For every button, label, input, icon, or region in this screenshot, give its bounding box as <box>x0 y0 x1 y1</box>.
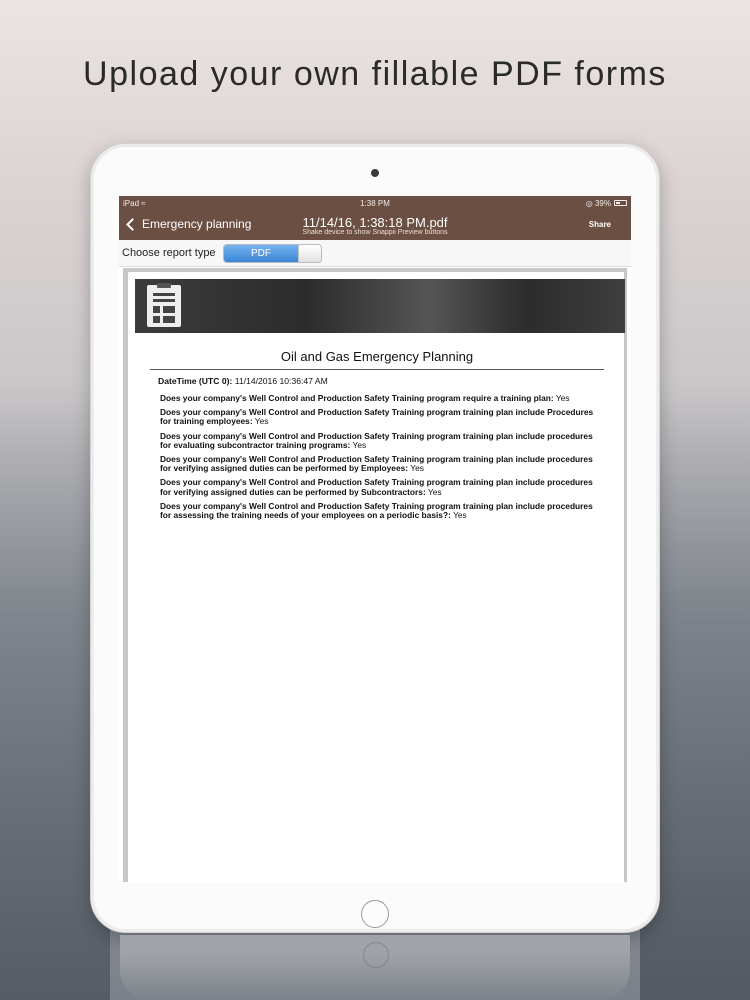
datetime-line: DateTime (UTC 0): 11/14/2016 10:36:47 AM <box>158 376 328 386</box>
location-icon: ◎ <box>585 199 593 208</box>
document-filename: 11/14/16, 1:38:18 PM.pdf <box>302 215 448 230</box>
share-button[interactable]: Share <box>589 220 611 229</box>
preview-hint: Shake device to show Snappii Preview but… <box>302 229 448 236</box>
question-text: Does your company's Well Control and Pro… <box>160 500 593 521</box>
question-list: Does your company's Well Control and Pro… <box>160 393 600 525</box>
answer-text: Yes <box>555 393 570 403</box>
report-banner <box>135 279 625 333</box>
pdf-viewer[interactable]: Oil and Gas Emergency Planning DateTime … <box>123 268 627 882</box>
report-type-toolbar: Choose report type PDF <box>119 240 631 267</box>
home-button[interactable] <box>361 900 389 928</box>
battery-percent: 39% <box>594 199 611 208</box>
answer-text: Yes <box>427 486 442 497</box>
reflection-home-button <box>363 942 389 968</box>
back-button[interactable]: Emergency planning <box>125 215 251 233</box>
question-text: Does your company's Well Control and Pro… <box>160 454 593 474</box>
back-button-label: Emergency planning <box>142 217 252 231</box>
segment-pdf[interactable]: PDF <box>224 245 298 262</box>
answer-text: Yes <box>254 416 269 427</box>
question-text: Does your company's Well Control and Pro… <box>160 407 594 427</box>
answer-text: Yes <box>453 510 467 521</box>
title-divider <box>150 369 604 370</box>
answer-text: Yes <box>410 463 424 474</box>
question-text: Does your company's Well Control and Pro… <box>160 430 593 450</box>
camera-dot <box>371 169 379 177</box>
report-type-label: Choose report type <box>122 247 216 259</box>
question-text: Does your company's Well Control and Pro… <box>160 393 554 403</box>
clipboard-icon <box>147 283 181 327</box>
battery-icon <box>614 200 627 206</box>
document-title: Oil and Gas Emergency Planning <box>280 349 474 364</box>
question-item: Does your company's Well Control and Pro… <box>160 393 600 403</box>
answer-text: Yes <box>352 439 367 450</box>
promo-headline: Upload your own fillable PDF forms <box>83 55 667 93</box>
navigation-bar: iPad ≈ 1:38 PM ◎ 39% Emergency planning … <box>119 196 631 240</box>
segment-other[interactable] <box>298 245 321 262</box>
question-item: Does your company's Well Control and Pro… <box>160 500 600 521</box>
question-text: Does your company's Well Control and Pro… <box>160 477 593 497</box>
question-item: Does your company's Well Control and Pro… <box>160 477 600 497</box>
chevron-left-icon <box>126 217 139 231</box>
question-item: Does your company's Well Control and Pro… <box>160 454 600 474</box>
datetime-label: DateTime (UTC 0): <box>158 376 233 386</box>
status-battery-text: ◎ 39% <box>586 199 611 208</box>
pdf-page: Oil and Gas Emergency Planning DateTime … <box>128 272 625 882</box>
app-screen: iPad ≈ 1:38 PM ◎ 39% Emergency planning … <box>119 196 631 882</box>
question-item: Does your company's Well Control and Pro… <box>160 430 600 450</box>
status-bar: iPad ≈ 1:38 PM ◎ 39% <box>119 196 631 210</box>
report-type-segmented-control: PDF <box>223 244 322 263</box>
status-time: 1:38 PM <box>360 199 390 208</box>
datetime-value: 11/14/2016 10:36:47 AM <box>234 376 328 386</box>
question-item: Does your company's Well Control and Pro… <box>160 407 600 427</box>
